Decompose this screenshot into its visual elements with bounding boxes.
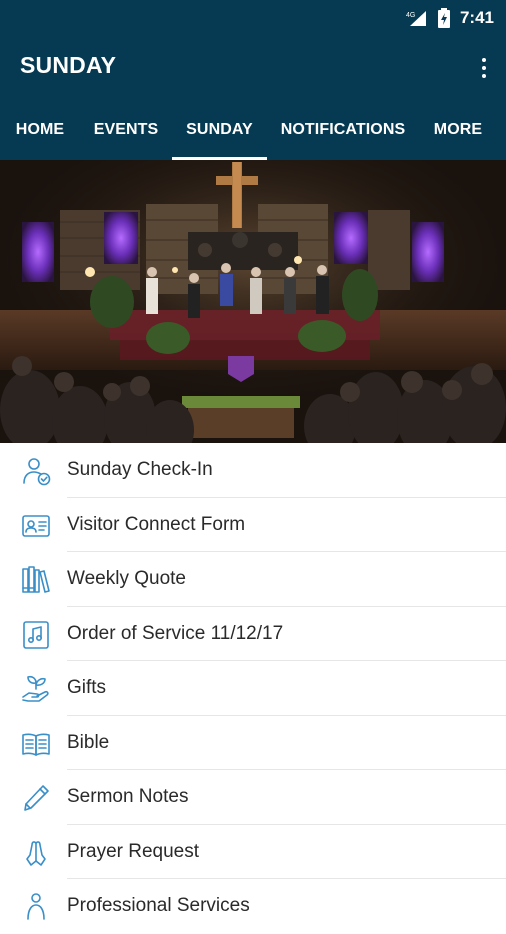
list-item-label: Visitor Connect Form bbox=[67, 513, 246, 535]
list-item-weekly-quote[interactable]: Weekly Quote bbox=[0, 552, 506, 607]
open-book-icon bbox=[22, 733, 50, 756]
more-vert-icon[interactable] bbox=[476, 54, 492, 82]
list-item-label: Sermon Notes bbox=[67, 786, 189, 807]
tab-home[interactable]: HOME bbox=[4, 100, 76, 160]
app-bar: SUNDAY bbox=[0, 36, 506, 100]
hand-plant-icon bbox=[22, 675, 49, 702]
signal-icon: 4G bbox=[406, 11, 426, 26]
person-icon bbox=[27, 893, 45, 920]
tab-more[interactable]: MORE bbox=[426, 100, 490, 160]
list-item-label: Order of Service 11/12/17 bbox=[67, 622, 284, 644]
tab-events[interactable]: EVENTS bbox=[84, 100, 168, 160]
list-item-bible[interactable]: Bible bbox=[0, 716, 506, 770]
battery-icon bbox=[437, 8, 450, 28]
list-item-sunday-check-in[interactable]: Sunday Check-In bbox=[0, 443, 506, 498]
status-bar: 4G 7:41 bbox=[0, 0, 506, 36]
svg-text:4G: 4G bbox=[406, 12, 415, 19]
books-icon bbox=[22, 566, 50, 593]
church-stage-photo bbox=[0, 160, 506, 443]
list-item-professional-services[interactable]: Professional Services bbox=[0, 879, 506, 934]
hero-image bbox=[0, 160, 506, 443]
list-item-label: Bible bbox=[67, 731, 110, 753]
list-item-label: Professional Services bbox=[67, 895, 250, 916]
list-item-label: Prayer Request bbox=[67, 840, 200, 862]
tab-sunday[interactable]: SUNDAY bbox=[172, 100, 267, 160]
menu-list: Sunday Check-In Visitor Connect Form Wee… bbox=[0, 443, 506, 934]
list-item-gifts[interactable]: Gifts bbox=[0, 661, 506, 716]
praying-hands-icon bbox=[26, 840, 46, 866]
list-item-label: Sunday Check-In bbox=[67, 459, 213, 480]
tab-bar: HOME EVENTS SUNDAY NOTIFICATIONS MORE bbox=[0, 100, 506, 160]
list-item-prayer-request[interactable]: Prayer Request bbox=[0, 825, 506, 879]
list-item-order-of-service[interactable]: Order of Service 11/12/17 bbox=[0, 607, 506, 661]
music-note-icon bbox=[23, 620, 49, 649]
clock: 7:41 bbox=[459, 8, 494, 27]
status-icons: 4G 7:41 bbox=[406, 6, 494, 30]
page-title: SUNDAY bbox=[20, 52, 117, 78]
tab-notifications[interactable]: NOTIFICATIONS bbox=[276, 100, 410, 160]
list-item-label: Gifts bbox=[67, 677, 107, 698]
person-check-icon bbox=[23, 458, 51, 486]
pen-icon bbox=[24, 785, 49, 811]
id-card-icon bbox=[22, 514, 50, 537]
list-item-label: Weekly Quote bbox=[67, 568, 186, 589]
list-item-sermon-notes[interactable]: Sermon Notes bbox=[0, 770, 506, 825]
list-item-visitor-connect-form[interactable]: Visitor Connect Form bbox=[0, 498, 506, 552]
